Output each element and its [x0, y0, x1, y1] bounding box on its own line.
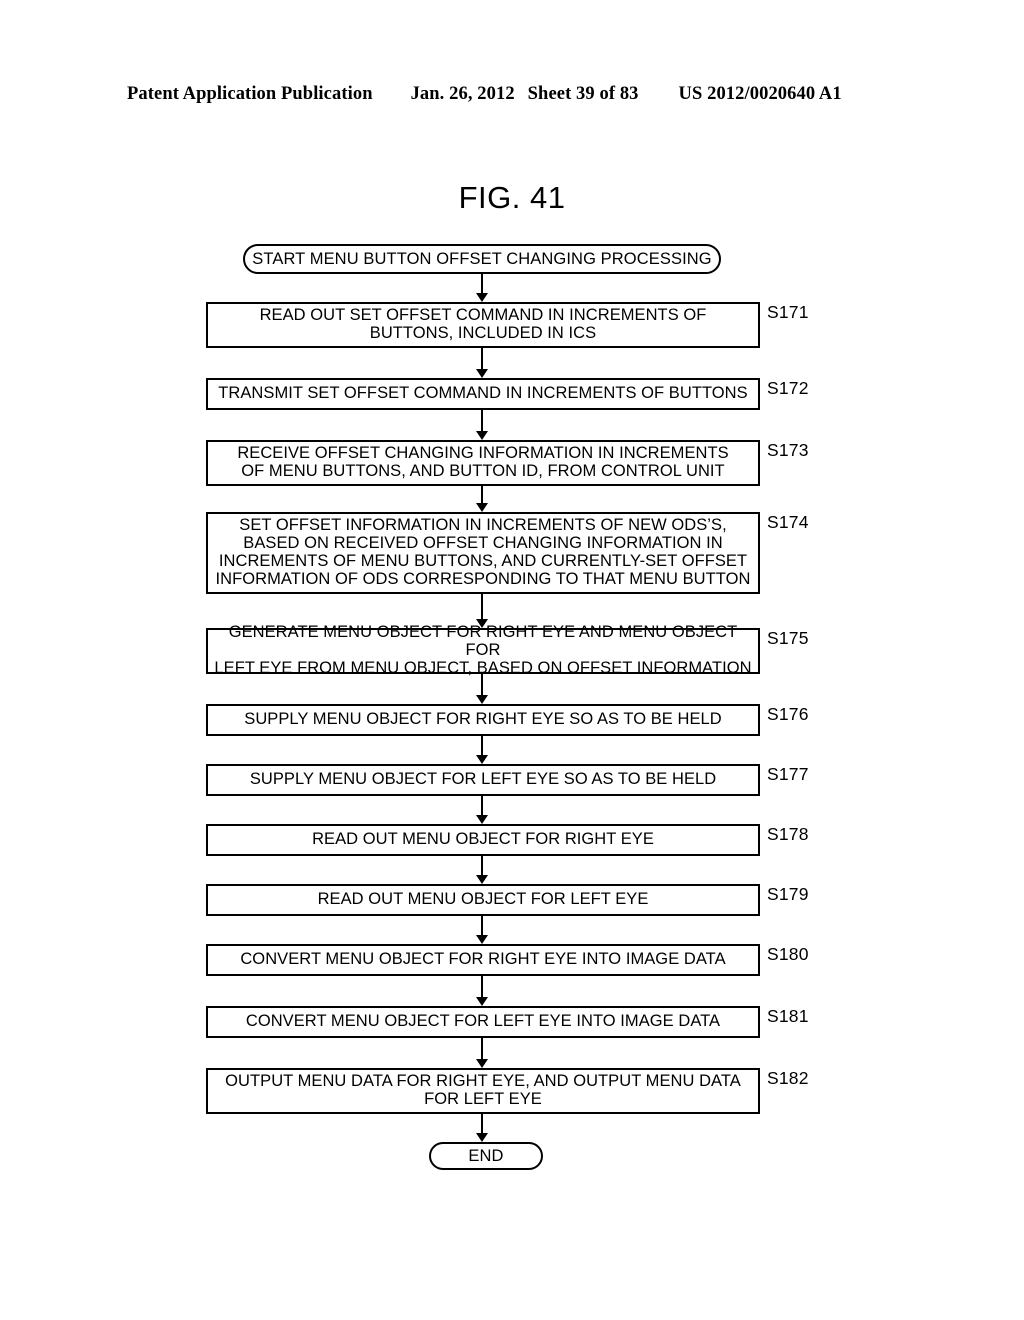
connector-arrow: [481, 594, 483, 620]
connector-arrow: [481, 348, 483, 370]
connector-arrow: [481, 856, 483, 876]
connector-arrow: [481, 486, 483, 504]
connector-arrow: [481, 736, 483, 756]
arrowhead-icon: [476, 369, 488, 378]
process-box-s178: READ OUT MENU OBJECT FOR RIGHT EYE: [206, 824, 760, 856]
arrowhead-icon: [476, 1059, 488, 1068]
start-node-label: START MENU BUTTON OFFSET CHANGING PROCES…: [252, 249, 712, 268]
connector-arrow: [481, 916, 483, 936]
step-reference-s174: S174: [767, 512, 809, 532]
arrowhead-icon: [476, 935, 488, 944]
arrowhead-icon: [476, 875, 488, 884]
arrowhead-icon: [476, 293, 488, 302]
process-box-s171: READ OUT SET OFFSET COMMAND IN INCREMENT…: [206, 302, 760, 348]
step-reference-s171: S171: [767, 302, 809, 322]
step-reference-s175: S175: [767, 628, 809, 648]
arrowhead-icon: [476, 431, 488, 440]
step-reference-s172: S172: [767, 378, 809, 398]
connector-arrow: [481, 976, 483, 998]
process-box-label: RECEIVE OFFSET CHANGING INFORMATION IN I…: [237, 444, 729, 480]
connector-arrow: [481, 674, 483, 696]
flowchart-diagram: START MENU BUTTON OFFSET CHANGING PROCES…: [0, 0, 1024, 1320]
process-box-label: OUTPUT MENU DATA FOR RIGHT EYE, AND OUTP…: [225, 1072, 741, 1108]
flowchart-start-node: START MENU BUTTON OFFSET CHANGING PROCES…: [243, 244, 721, 274]
end-node-label: END: [468, 1146, 504, 1165]
arrowhead-icon: [476, 815, 488, 824]
process-box-label: READ OUT MENU OBJECT FOR LEFT EYE: [317, 890, 649, 909]
step-reference-s180: S180: [767, 944, 809, 964]
connector-arrow: [481, 796, 483, 816]
process-box-s176: SUPPLY MENU OBJECT FOR RIGHT EYE SO AS T…: [206, 704, 760, 736]
step-reference-s178: S178: [767, 824, 809, 844]
process-box-label: CONVERT MENU OBJECT FOR RIGHT EYE INTO I…: [240, 950, 726, 969]
arrowhead-icon: [476, 695, 488, 704]
process-box-s180: CONVERT MENU OBJECT FOR RIGHT EYE INTO I…: [206, 944, 760, 976]
arrowhead-icon: [476, 997, 488, 1006]
process-box-s177: SUPPLY MENU OBJECT FOR LEFT EYE SO AS TO…: [206, 764, 760, 796]
process-box-s179: READ OUT MENU OBJECT FOR LEFT EYE: [206, 884, 760, 916]
process-box-label: SUPPLY MENU OBJECT FOR LEFT EYE SO AS TO…: [249, 770, 717, 789]
process-box-s175: GENERATE MENU OBJECT FOR RIGHT EYE AND M…: [206, 623, 760, 677]
arrowhead-icon: [476, 1133, 488, 1142]
connector-arrow: [481, 1038, 483, 1060]
flowchart-end-node: END: [429, 1142, 543, 1170]
process-box-s173: RECEIVE OFFSET CHANGING INFORMATION IN I…: [206, 440, 760, 486]
step-reference-s173: S173: [767, 440, 809, 460]
step-reference-s181: S181: [767, 1006, 809, 1026]
process-box-s172: TRANSMIT SET OFFSET COMMAND IN INCREMENT…: [206, 378, 760, 410]
process-box-label: READ OUT SET OFFSET COMMAND IN INCREMENT…: [259, 306, 707, 342]
process-box-s182: OUTPUT MENU DATA FOR RIGHT EYE, AND OUTP…: [206, 1068, 760, 1114]
process-box-label: READ OUT MENU OBJECT FOR RIGHT EYE: [312, 830, 654, 849]
process-box-label: SUPPLY MENU OBJECT FOR RIGHT EYE SO AS T…: [244, 710, 722, 729]
connector-arrow: [481, 1114, 483, 1134]
process-box-label: SET OFFSET INFORMATION IN INCREMENTS OF …: [215, 516, 751, 588]
connector-arrow: [481, 410, 483, 432]
process-box-label: CONVERT MENU OBJECT FOR LEFT EYE INTO IM…: [245, 1012, 721, 1031]
step-reference-s179: S179: [767, 884, 809, 904]
arrowhead-icon: [476, 503, 488, 512]
process-box-label: GENERATE MENU OBJECT FOR RIGHT EYE AND M…: [214, 623, 752, 677]
process-box-label: TRANSMIT SET OFFSET COMMAND IN INCREMENT…: [218, 384, 748, 403]
step-reference-s182: S182: [767, 1068, 809, 1088]
step-reference-s176: S176: [767, 704, 809, 724]
process-box-s174: SET OFFSET INFORMATION IN INCREMENTS OF …: [206, 512, 760, 594]
process-box-s181: CONVERT MENU OBJECT FOR LEFT EYE INTO IM…: [206, 1006, 760, 1038]
arrowhead-icon: [476, 755, 488, 764]
connector-arrow: [481, 274, 483, 294]
step-reference-s177: S177: [767, 764, 809, 784]
